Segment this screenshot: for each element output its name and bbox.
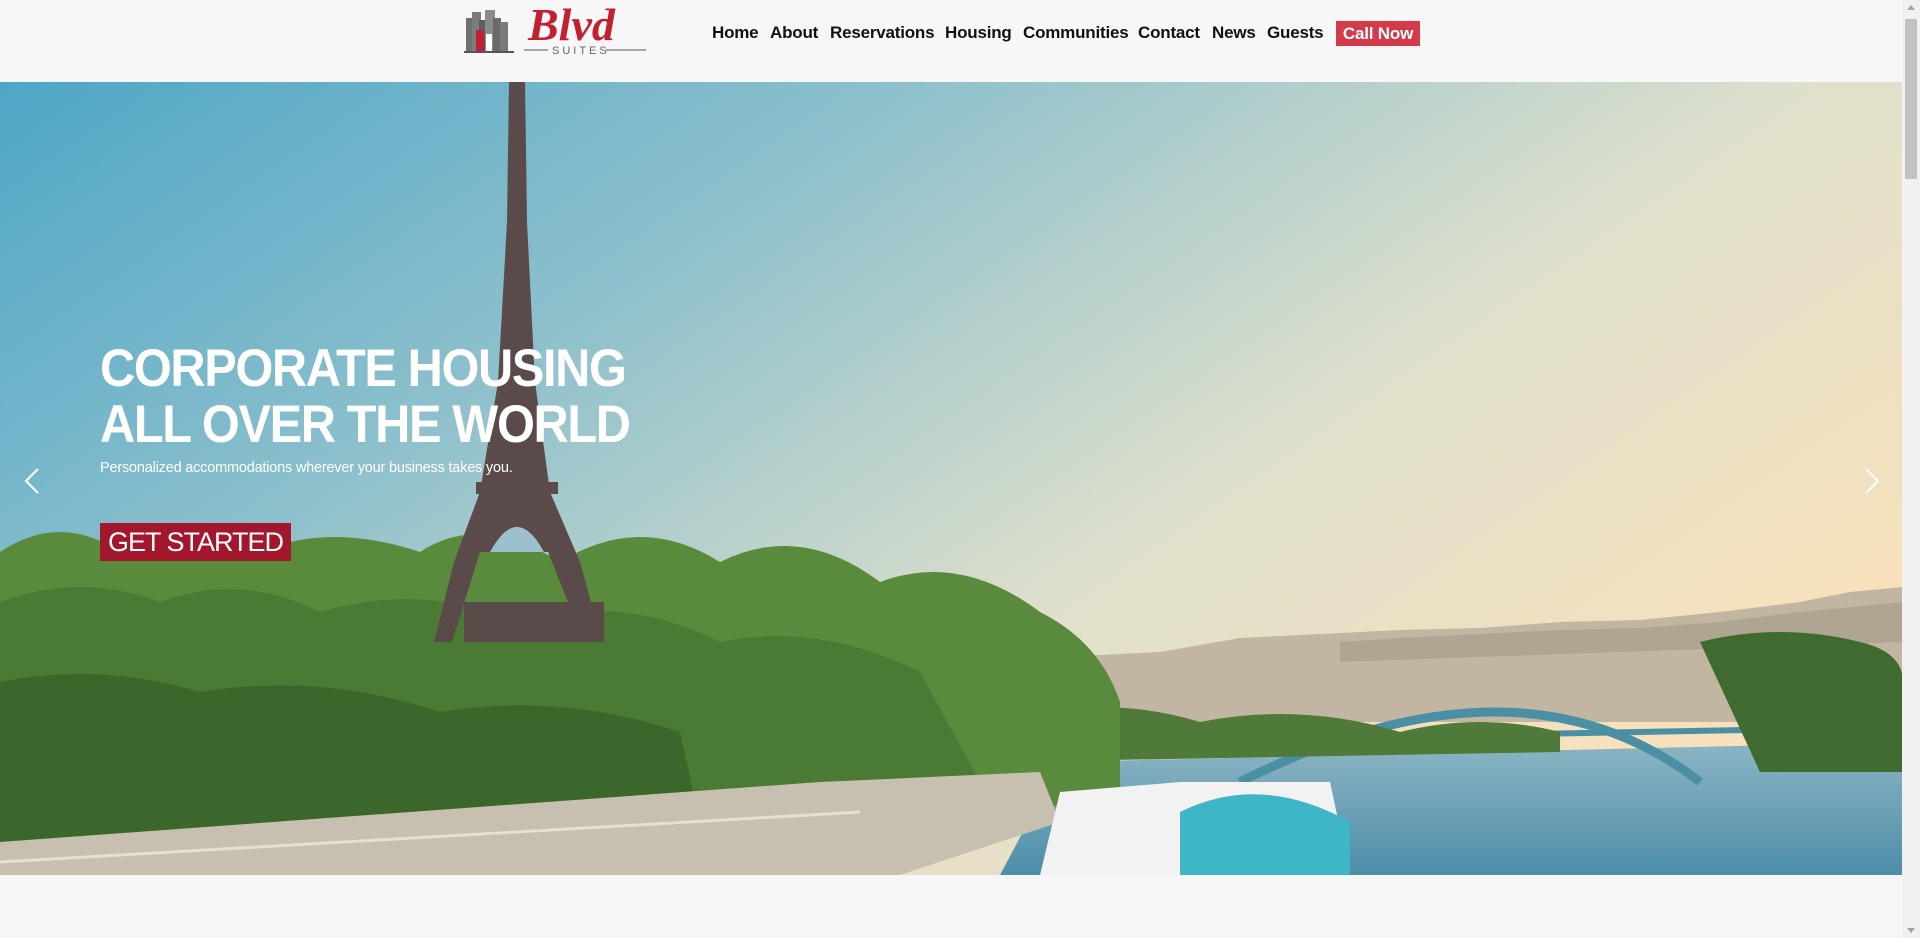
nav-guests[interactable]: Guests — [1267, 23, 1324, 43]
nav-news[interactable]: News — [1212, 23, 1256, 43]
chevron-left-icon[interactable] — [22, 466, 42, 496]
hero-headline-line2: ALL OVER THE WORLD — [100, 395, 631, 454]
scroll-down-arrow-icon[interactable] — [1902, 921, 1920, 938]
hero-subtext: Personalized accommodations wherever you… — [100, 460, 513, 476]
scroll-up-arrow-icon[interactable] — [1902, 0, 1920, 17]
hero-headline-line1: CORPORATE HOUSING — [100, 339, 627, 398]
hero-background-image — [0, 82, 1903, 875]
call-now-button[interactable]: Call Now — [1336, 21, 1420, 46]
chevron-right-icon[interactable] — [1862, 466, 1882, 496]
nav-home[interactable]: Home — [712, 23, 759, 43]
site-header: Blvd SUITES Home About Reservations Hous… — [0, 0, 1902, 82]
page-scrollbar[interactable] — [1902, 0, 1920, 938]
blvd-suites-logo[interactable]: Blvd SUITES — [464, 8, 650, 60]
logo-wordmark: Blvd — [527, 8, 616, 50]
nav-contact[interactable]: Contact — [1138, 23, 1200, 43]
hero-slider: CORPORATE HOUSING ALL OVER THE WORLD Per… — [0, 82, 1903, 875]
get-started-button[interactable]: GET STARTED — [100, 523, 291, 561]
logo-subtext: SUITES — [552, 45, 610, 57]
nav-communities[interactable]: Communities — [1023, 23, 1129, 43]
nav-housing[interactable]: Housing — [945, 23, 1012, 43]
nav-reservations[interactable]: Reservations — [830, 23, 935, 43]
scroll-thumb[interactable] — [1905, 19, 1917, 179]
city-skyline-icon — [464, 10, 514, 53]
nav-about[interactable]: About — [770, 23, 818, 43]
hero-headline: CORPORATE HOUSING ALL OVER THE WORLD — [100, 339, 631, 454]
